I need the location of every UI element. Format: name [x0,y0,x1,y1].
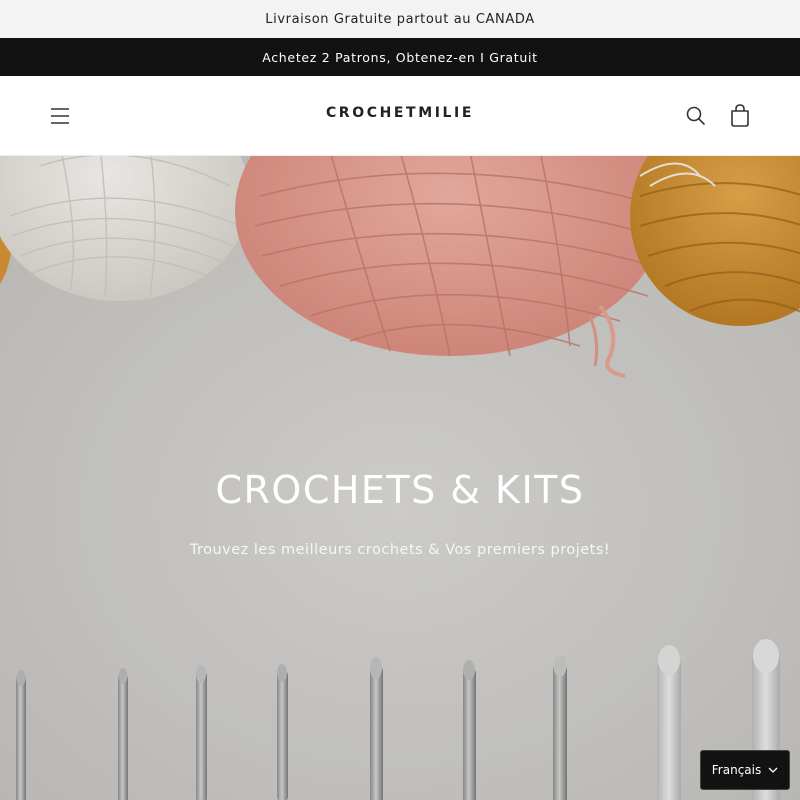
language-label: Français [711,763,762,777]
hero-banner: CROCHETS & KITS Trouvez les meilleurs cr… [0,156,800,800]
cart-button[interactable] [724,101,756,131]
language-selector[interactable]: Français [700,750,790,790]
announcement-bar-top: Livraison Gratuite partout au CANADA [0,0,800,38]
hero-subtitle: Trouvez les meilleurs crochets & Vos pre… [189,542,611,558]
promo-bar[interactable]: Achetez 2 Patrons, Obtenez-en I Gratuit [0,38,800,76]
promo-text: Achetez 2 Patrons, Obtenez-en I Gratuit [262,49,538,65]
search-icon [686,106,705,125]
search-button[interactable] [680,101,712,131]
announcement-text: Livraison Gratuite partout au CANADA [265,11,535,27]
chevron-down-icon [768,767,778,773]
hero-title: CROCHETS & KITS [215,468,585,512]
cart-icon [731,104,749,127]
site-header: CROCHETMILIE [0,76,800,156]
